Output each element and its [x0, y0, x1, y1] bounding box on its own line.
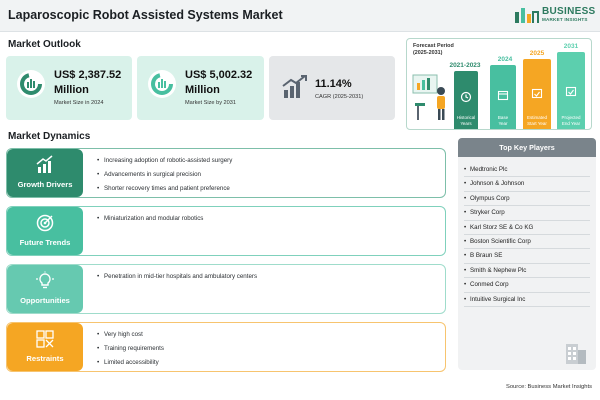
target-icon — [36, 214, 54, 232]
dynamics-tag: Growth Drivers — [7, 149, 83, 197]
page-title: Laparoscopic Robot Assisted Systems Mark… — [8, 8, 283, 22]
forecast-period-label: Forecast Period (2025-2031) — [413, 43, 454, 56]
brand-logo: BUSINESS MARKET INSIGHTS — [514, 5, 598, 27]
pie-chart-icon — [17, 70, 45, 98]
stat-caption: CAGR (2025-2031) — [315, 94, 364, 100]
list-item: Penetration in mid-tier hospitals and am… — [97, 270, 257, 284]
calendar-icon — [497, 90, 509, 101]
source-note: Source: Business Market Insights — [505, 384, 592, 390]
header-bar: Laparoscopic Robot Assisted Systems Mark… — [0, 0, 600, 32]
list-item: Intuitive Surgical Inc — [464, 293, 590, 307]
bar-year-label: 2021-2023 — [449, 62, 481, 69]
dynamics-tag: Opportunities — [7, 265, 83, 313]
building-icon — [566, 344, 586, 364]
restraint-icon — [36, 330, 54, 348]
logo-brand-text: BUSINESS — [542, 6, 596, 17]
pie-chart-icon — [148, 70, 176, 98]
list-item: Training requirements — [97, 342, 164, 356]
list-item: Medtronic Plc — [464, 163, 590, 178]
dynamics-tag: Future Trends — [7, 207, 83, 255]
list-item: Advancements in surgical precision — [97, 168, 232, 182]
dynamics-item-list: Increasing adoption of robotic-assisted … — [97, 154, 232, 196]
dynamics-row-future-trends: Future Trends Miniaturization and modula… — [6, 206, 446, 256]
stat-card-cagr: 11.14% CAGR (2025-2031) — [269, 56, 395, 120]
top-key-players-title: Top Key Players — [458, 138, 596, 157]
bar-year-label: 2025 — [529, 50, 545, 57]
analyst-illustration-icon — [412, 74, 445, 120]
market-outlook-title: Market Outlook — [8, 39, 81, 50]
dynamics-item-list: Miniaturization and modular robotics — [97, 212, 203, 226]
calendar-check-icon — [531, 88, 543, 99]
lightbulb-icon — [36, 271, 54, 289]
list-item: Karl Storz SE & Co KG — [464, 221, 590, 235]
dynamics-row-opportunities: Opportunities Penetration in mid-tier ho… — [6, 264, 446, 314]
growth-arrow-icon — [36, 155, 53, 173]
list-item: Miniaturization and modular robotics — [97, 212, 203, 226]
bar-year-label: 2024 — [497, 56, 513, 63]
list-item: B Braun SE — [464, 249, 590, 264]
list-item: Limited accessibility — [97, 356, 164, 370]
stat-caption: Market Size in 2024 — [54, 100, 104, 106]
list-item: Smith & Nephew Plc — [464, 264, 590, 279]
growth-chart-icon — [282, 75, 307, 98]
bar-year-label: 2031 — [563, 43, 579, 50]
stat-value: US$ 2,387.52 Million — [54, 69, 122, 96]
list-item: Shorter recovery times and patient prefe… — [97, 182, 232, 196]
market-dynamics-title: Market Dynamics — [8, 131, 91, 142]
forecast-period-panel: Forecast Period (2025-2031) 2021-2023 20… — [406, 38, 592, 130]
history-icon — [460, 91, 472, 103]
players-list: Medtronic Plc Johnson & Johnson Olympus … — [464, 163, 590, 307]
stat-caption: Market Size by 2031 — [185, 100, 236, 106]
dynamics-tag: Restraints — [7, 323, 83, 371]
stat-card-2031: US$ 5,002.32 Million Market Size by 2031 — [137, 56, 264, 120]
forecast-bar-estimated: Estimated Start Year — [523, 59, 551, 129]
list-item: Stryker Corp — [464, 206, 590, 221]
calendar-check-icon — [565, 86, 577, 97]
top-key-players-panel: Top Key Players Medtronic Plc Johnson & … — [458, 138, 596, 370]
forecast-bar-projected: Projected End Year — [557, 52, 585, 129]
list-item: Very high cost — [97, 328, 164, 342]
forecast-bar-historical: Historical Years — [454, 71, 478, 129]
dynamics-item-list: Very high cost Training requirements Lim… — [97, 328, 164, 370]
stat-value: 11.14% — [315, 78, 352, 90]
forecast-bar-base: Base Year — [490, 65, 516, 129]
dynamics-row-growth-drivers: Growth Drivers Increasing adoption of ro… — [6, 148, 446, 198]
list-item: Increasing adoption of robotic-assisted … — [97, 154, 232, 168]
list-item: Johnson & Johnson — [464, 177, 590, 192]
dynamics-item-list: Penetration in mid-tier hospitals and am… — [97, 270, 257, 284]
list-item: Olympus Corp — [464, 192, 590, 207]
dynamics-row-restraints: Restraints Very high cost Training requi… — [6, 322, 446, 372]
list-item: Conmed Corp — [464, 278, 590, 293]
logo-bars-icon — [515, 8, 539, 23]
stat-card-2024: US$ 2,387.52 Million Market Size in 2024 — [6, 56, 132, 120]
list-item: Boston Scientific Corp — [464, 235, 590, 250]
logo-tagline: MARKET INSIGHTS — [542, 17, 588, 22]
stat-value: US$ 5,002.32 Million — [185, 69, 253, 96]
